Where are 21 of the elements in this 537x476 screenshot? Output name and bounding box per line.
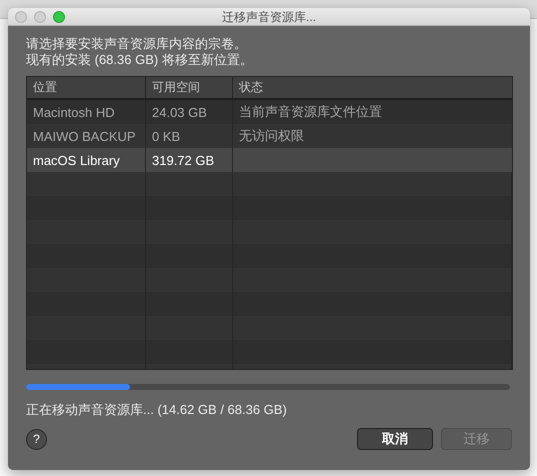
table-cell: 0 KB — [152, 128, 180, 144]
selected-row-highlight[interactable]: macOS Library 319.72 GB — [27, 148, 512, 172]
table-cell: Macintosh HD — [33, 104, 115, 120]
cancel-button[interactable]: 取消 — [357, 428, 433, 450]
table-cell: 无访问权限 — [239, 127, 304, 145]
zoom-button[interactable] — [53, 10, 65, 22]
table-cell: 24.03 GB — [152, 104, 207, 120]
table-cell: MAIWO BACKUP — [33, 128, 136, 144]
column-header[interactable]: 位置 — [27, 77, 146, 98]
instruction-text: 现有的安装 (68.36 GB) 将移至新位置。 — [26, 52, 253, 67]
table-cell: macOS Library — [33, 152, 120, 168]
help-button[interactable]: ? — [26, 428, 47, 450]
instruction-text: 请选择要安装声音资源库内容的宗卷。 — [26, 36, 247, 51]
window-title: 迁移声音资源库... — [222, 10, 316, 24]
close-button[interactable] — [15, 10, 27, 22]
minimize-button[interactable] — [34, 10, 46, 22]
table-cell: 当前声音资源库文件位置 — [239, 103, 382, 121]
status-text: 正在移动声音资源库... (14.62 GB / 68.36 GB) — [26, 401, 287, 419]
table-cell: 319.72 GB — [152, 152, 214, 168]
column-header[interactable]: 可用空间 — [146, 77, 233, 98]
column-header[interactable]: 状态 — [233, 77, 512, 98]
